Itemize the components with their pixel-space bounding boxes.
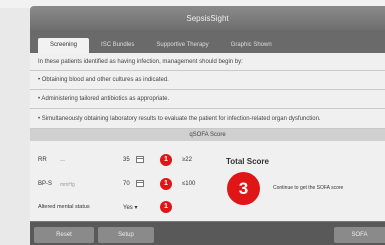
divider bbox=[30, 89, 385, 90]
tab-isc-bundles[interactable]: ISC Bundles bbox=[91, 38, 144, 53]
app-title: SepsisSight bbox=[186, 13, 229, 23]
instructions-intro: In these patients identified as having i… bbox=[38, 59, 243, 65]
rr-threshold: ≥22 bbox=[182, 157, 192, 163]
ams-select[interactable]: Yes ▾ bbox=[123, 204, 137, 211]
setup-button[interactable]: Setup bbox=[98, 227, 154, 243]
bps-threshold: ≤100 bbox=[182, 181, 196, 187]
screening-panel: In these patients identified as having i… bbox=[30, 53, 385, 221]
rr-score-badge: 1 bbox=[160, 154, 172, 166]
total-score-label: Total Score bbox=[226, 157, 269, 166]
instruction-item: • Administering tailored antibiotics as … bbox=[38, 96, 170, 102]
divider bbox=[30, 70, 385, 71]
ams-label: Altered mental status bbox=[38, 204, 90, 210]
instruction-item: • Obtaining blood and other cultures as … bbox=[38, 77, 169, 83]
bps-label: BP-S bbox=[38, 181, 53, 187]
tab-graphic-shown[interactable]: Graphic Shown bbox=[221, 38, 282, 53]
rr-unit: — bbox=[60, 158, 65, 164]
qsofa-header: qSOFA Score bbox=[30, 129, 385, 141]
app-window: SepsisSight Screening ISC Bundles Suppor… bbox=[30, 6, 385, 245]
bps-score-badge: 1 bbox=[160, 178, 172, 190]
total-score-badge: 3 bbox=[227, 172, 260, 205]
rr-label: RR bbox=[38, 157, 47, 163]
ams-score-badge: 1 bbox=[160, 201, 172, 213]
calendar-icon[interactable] bbox=[136, 180, 144, 187]
total-score-message: Continue to get the SOFA score bbox=[273, 185, 344, 191]
tab-supportive-therapy[interactable]: Supportive Therapy bbox=[146, 38, 218, 53]
divider bbox=[30, 108, 385, 109]
calendar-icon[interactable] bbox=[136, 156, 144, 163]
reset-button[interactable]: Reset bbox=[34, 227, 94, 243]
rr-value[interactable]: 35 bbox=[123, 157, 130, 163]
bps-value[interactable]: 70 bbox=[123, 181, 130, 187]
title-bar: SepsisSight bbox=[30, 6, 385, 30]
instruction-item: • Simultaneously obtaining laboratory re… bbox=[38, 116, 321, 122]
tab-bar: Screening ISC Bundles Supportive Therapy… bbox=[30, 30, 385, 53]
footer-bar: Reset Setup SOFA bbox=[30, 221, 385, 245]
bps-unit: mmHg bbox=[60, 182, 75, 188]
sofa-button[interactable]: SOFA bbox=[334, 227, 385, 243]
tab-screening[interactable]: Screening bbox=[38, 38, 90, 53]
